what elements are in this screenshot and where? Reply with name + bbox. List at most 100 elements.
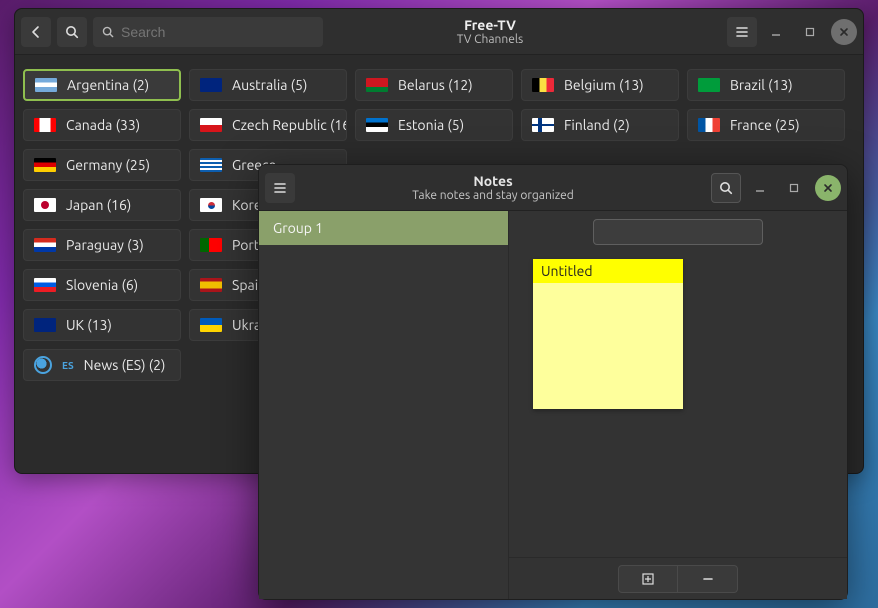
notes-window: Notes Take notes and stay organized Grou…: [258, 164, 848, 600]
window-title: Free-TV: [329, 17, 651, 33]
flag-icon: [698, 118, 720, 132]
country-button[interactable]: Belgium (13): [521, 69, 679, 101]
window-subtitle: TV Channels: [329, 33, 651, 47]
search-field[interactable]: [93, 17, 323, 47]
country-button[interactable]: Estonia (5): [355, 109, 513, 141]
close-icon: [839, 27, 849, 37]
notes-minimize-button[interactable]: [747, 175, 773, 201]
flag-icon: [34, 198, 56, 212]
flag-icon: [366, 78, 388, 92]
add-note-icon: [641, 572, 655, 586]
country-label: France (25): [730, 117, 800, 133]
country-button[interactable]: Finland (2): [521, 109, 679, 141]
flag-icon: [200, 198, 222, 212]
notes-maximize-button[interactable]: [781, 175, 807, 201]
country-label: Czech Republic (16): [232, 117, 347, 133]
country-label: Argentina (2): [67, 77, 149, 93]
country-button[interactable]: UK (13): [23, 309, 181, 341]
country-label: Finland (2): [564, 117, 630, 133]
notes-search-button[interactable]: [711, 173, 741, 203]
notes-search-field[interactable]: [593, 219, 763, 245]
country-button[interactable]: Argentina (2): [23, 69, 181, 101]
flag-icon: [366, 118, 388, 132]
country-label: Australia (5): [232, 77, 307, 93]
notes-header: Notes Take notes and stay organized: [259, 165, 847, 211]
notes-close-button[interactable]: [815, 175, 841, 201]
country-button[interactable]: Paraguay (3): [23, 229, 181, 261]
arrow-left-icon: [28, 24, 44, 40]
country-button[interactable]: Brazil (13): [687, 69, 845, 101]
country-label: Belarus (12): [398, 77, 473, 93]
notes-title-block: Notes Take notes and stay organized: [301, 173, 705, 203]
minimize-icon: [771, 27, 781, 37]
flag-icon: [698, 78, 720, 92]
search-input[interactable]: [121, 24, 315, 40]
notes-search-input[interactable]: [602, 225, 778, 240]
remove-note-button[interactable]: [678, 565, 738, 593]
flag-icon: [34, 318, 56, 332]
country-button[interactable]: Canada (33): [23, 109, 181, 141]
free-tv-header: Free-TV TV Channels: [15, 9, 863, 55]
news-channel-button[interactable]: ES News (ES) (2): [23, 349, 181, 381]
notes-group-label: Group 1: [273, 220, 323, 236]
country-button[interactable]: Germany (25): [23, 149, 181, 181]
country-label: Germany (25): [66, 157, 150, 173]
flag-icon: [200, 158, 222, 172]
notes-group-item[interactable]: Group 1: [259, 211, 508, 245]
flag-icon: [34, 118, 56, 132]
globe-icon: [34, 356, 52, 374]
flag-icon: [35, 78, 57, 92]
country-label: Japan (16): [66, 197, 131, 213]
notes-main: Untitled: [509, 211, 847, 599]
minimize-button[interactable]: [763, 19, 789, 45]
maximize-button[interactable]: [797, 19, 823, 45]
notes-sidebar: Group 1: [259, 211, 509, 599]
add-note-button[interactable]: [618, 565, 678, 593]
search-button[interactable]: [57, 17, 87, 47]
search-icon: [64, 24, 80, 40]
country-label: UK (13): [66, 317, 112, 333]
flag-icon: [200, 118, 222, 132]
country-button[interactable]: Belarus (12): [355, 69, 513, 101]
flag-icon: [34, 278, 56, 292]
flag-icon: [200, 278, 222, 292]
close-button[interactable]: [831, 19, 857, 45]
sticky-note-title: Untitled: [533, 259, 683, 283]
search-icon: [718, 180, 734, 196]
maximize-icon: [805, 27, 815, 37]
flag-icon: [532, 118, 554, 132]
country-label: Estonia (5): [398, 117, 464, 133]
news-label: News (ES) (2): [84, 357, 166, 373]
hamburger-icon: [272, 180, 288, 196]
notes-window-subtitle: Take notes and stay organized: [301, 189, 685, 203]
country-button[interactable]: Czech Republic (16): [189, 109, 347, 141]
country-button[interactable]: Japan (16): [23, 189, 181, 221]
country-label: Canada (33): [66, 117, 140, 133]
country-label: Paraguay (3): [66, 237, 144, 253]
flag-icon: [200, 78, 222, 92]
hamburger-button[interactable]: [727, 17, 757, 47]
maximize-icon: [789, 183, 799, 193]
es-badge: ES: [62, 360, 74, 371]
flag-icon: [200, 318, 222, 332]
flag-icon: [34, 238, 56, 252]
notes-hamburger-button[interactable]: [265, 173, 295, 203]
country-button[interactable]: France (25): [687, 109, 845, 141]
close-icon: [823, 183, 833, 193]
notes-window-controls: [747, 175, 841, 201]
notes-canvas: Untitled: [509, 259, 847, 557]
flag-icon: [200, 238, 222, 252]
flag-icon: [34, 158, 56, 172]
country-button[interactable]: Slovenia (6): [23, 269, 181, 301]
notes-body: Group 1 Untitled: [259, 211, 847, 599]
search-icon: [101, 25, 115, 39]
window-title-block: Free-TV TV Channels: [329, 17, 721, 47]
notes-footer: [509, 557, 847, 599]
country-button[interactable]: Australia (5): [189, 69, 347, 101]
country-label: Brazil (13): [730, 77, 793, 93]
notes-search-row: [509, 211, 847, 259]
country-label: Belgium (13): [564, 77, 644, 93]
back-button[interactable]: [21, 17, 51, 47]
minimize-icon: [755, 183, 765, 193]
sticky-note[interactable]: Untitled: [533, 259, 683, 409]
